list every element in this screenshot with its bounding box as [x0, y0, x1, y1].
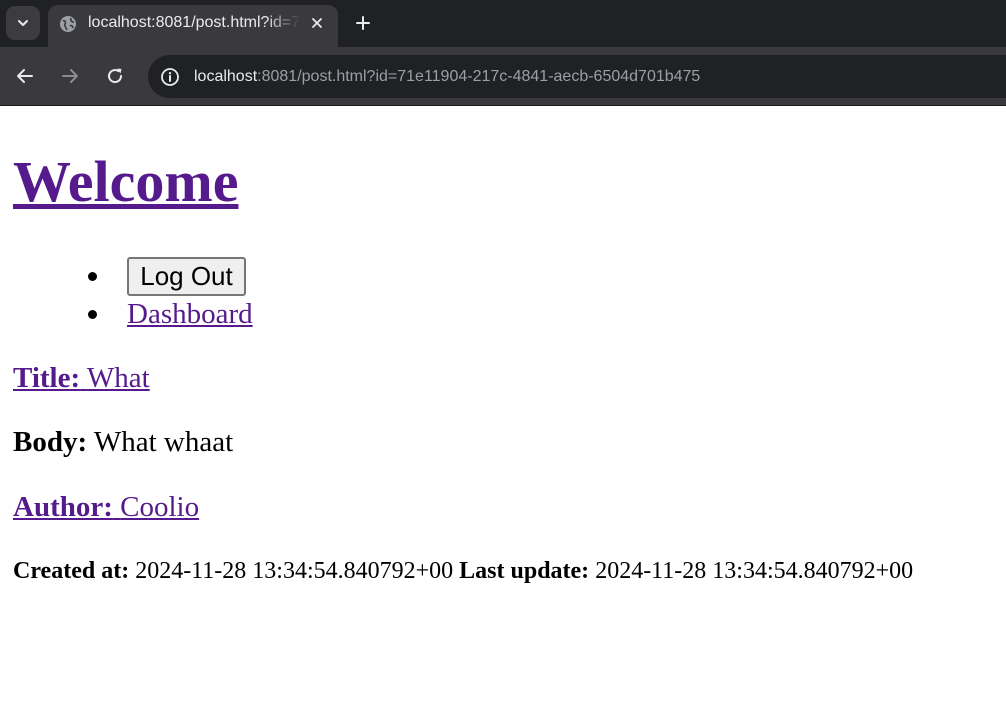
post-author-field: Author: Coolio	[13, 489, 199, 525]
back-button[interactable]	[12, 63, 38, 89]
post-body-value: What whaat	[93, 426, 234, 458]
logout-button[interactable]: Log Out	[127, 257, 246, 296]
forward-button[interactable]	[57, 63, 83, 89]
url-path: :8081/post.html?id=71e11904-217c-4841-ae…	[257, 68, 701, 85]
browser-tab-active[interactable]: localhost:8081/post.html?id=71e11904-217…	[48, 5, 338, 47]
arrow-right-icon	[62, 69, 78, 83]
created-value: 2024-11-28 13:34:54.840792+00	[135, 558, 454, 584]
reload-icon	[108, 68, 123, 84]
post-timestamps: Created at: 2024-11-28 13:34:54.840792+0…	[13, 555, 913, 587]
browser-toolbar: localhost:8081/post.html?id=71e11904-217…	[0, 47, 1006, 106]
arrow-left-icon	[17, 69, 33, 83]
home-link[interactable]: Welcome	[13, 149, 238, 214]
post-author-label: Author:	[13, 491, 113, 523]
post-body-label: Body:	[13, 426, 88, 458]
post-title-link[interactable]: Title: What	[13, 362, 150, 394]
updated-value: 2024-11-28 13:34:54.840792+00	[595, 558, 914, 584]
list-bullet	[88, 272, 97, 281]
globe-icon	[60, 16, 76, 32]
close-tab-button[interactable]	[307, 13, 327, 33]
chevron-down-icon	[18, 20, 28, 26]
updated-label: Last update:	[459, 558, 590, 584]
browser-tab-bar: localhost:8081/post.html?id=71e11904-217…	[0, 0, 1006, 47]
close-icon	[312, 18, 322, 28]
tab-title: localhost:8081/post.html?id=71e11904-217…	[88, 14, 300, 31]
post-title-field: Title: What	[13, 360, 150, 396]
info-icon[interactable]	[160, 67, 180, 87]
post-author-value: Coolio	[120, 491, 200, 523]
post-body-field: Body: What whaat	[13, 424, 233, 460]
page-content: Welcome Log Out Dashboard Title: What Bo…	[0, 107, 1006, 706]
created-label: Created at:	[13, 558, 130, 584]
list-bullet	[88, 310, 97, 319]
plus-icon	[356, 16, 370, 30]
tab-search-button[interactable]	[6, 6, 40, 40]
url-host: localhost	[194, 68, 258, 85]
page-title: Welcome	[13, 147, 238, 217]
post-title-value: What	[86, 362, 150, 394]
post-author-link[interactable]: Author: Coolio	[13, 491, 199, 523]
url-text[interactable]: localhost:8081/post.html?id=71e11904-217…	[194, 65, 700, 89]
dashboard-link[interactable]: Dashboard	[127, 296, 253, 332]
new-tab-button[interactable]	[351, 11, 375, 35]
reload-button[interactable]	[102, 63, 128, 89]
post-title-label: Title:	[13, 362, 81, 394]
address-bar[interactable]: localhost:8081/post.html?id=71e11904-217…	[148, 55, 1006, 98]
